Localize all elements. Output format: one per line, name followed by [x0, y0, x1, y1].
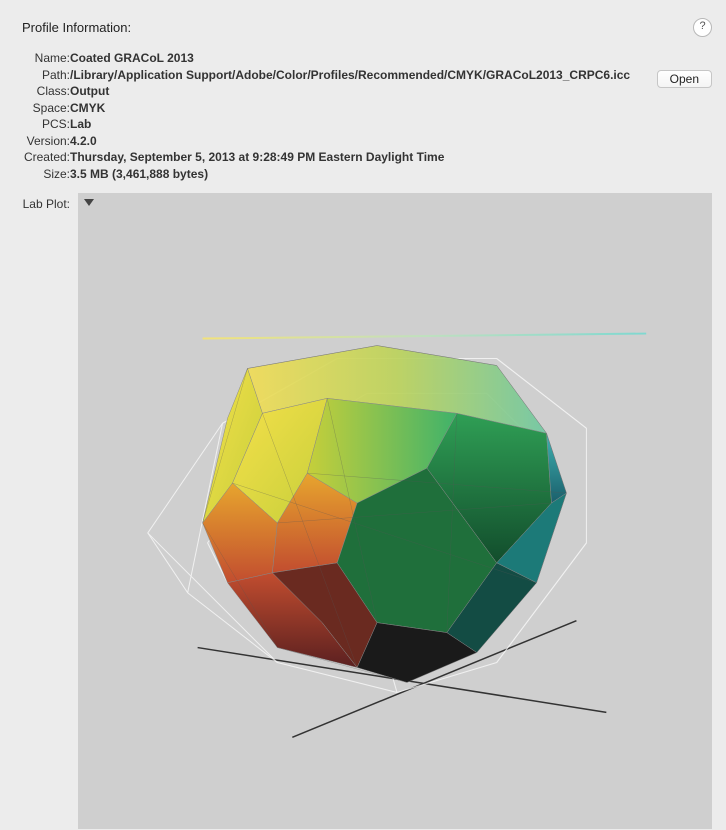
- label-size: Size:: [22, 167, 70, 184]
- open-button[interactable]: Open: [657, 70, 712, 88]
- value-space: CMYK: [70, 101, 630, 118]
- label-space: Space:: [22, 101, 70, 118]
- value-name: Coated GRACoL 2013: [70, 51, 630, 68]
- help-button[interactable]: ?: [693, 18, 712, 37]
- lab-plot-area[interactable]: [78, 193, 712, 829]
- profile-gamut-body: [203, 346, 567, 683]
- label-class: Class:: [22, 84, 70, 101]
- label-pcs: PCS:: [22, 117, 70, 134]
- label-created: Created:: [22, 150, 70, 167]
- label-path: Path:: [22, 68, 70, 85]
- label-lab-plot: Lab Plot:: [22, 193, 78, 211]
- label-version: Version:: [22, 134, 70, 151]
- value-class: Output: [70, 84, 630, 101]
- panel-title: Profile Information:: [22, 20, 131, 35]
- label-name: Name:: [22, 51, 70, 68]
- value-created: Thursday, September 5, 2013 at 9:28:49 P…: [70, 150, 630, 167]
- profile-info-table: Name: Coated GRACoL 2013 Path: /Library/…: [22, 51, 630, 183]
- value-path: /Library/Application Support/Adobe/Color…: [70, 68, 630, 82]
- value-version: 4.2.0: [70, 134, 630, 151]
- gamut-plot: [78, 193, 712, 829]
- value-size: 3.5 MB (3,461,888 bytes): [70, 167, 630, 184]
- chroma-axis: [203, 334, 647, 339]
- value-pcs: Lab: [70, 117, 630, 134]
